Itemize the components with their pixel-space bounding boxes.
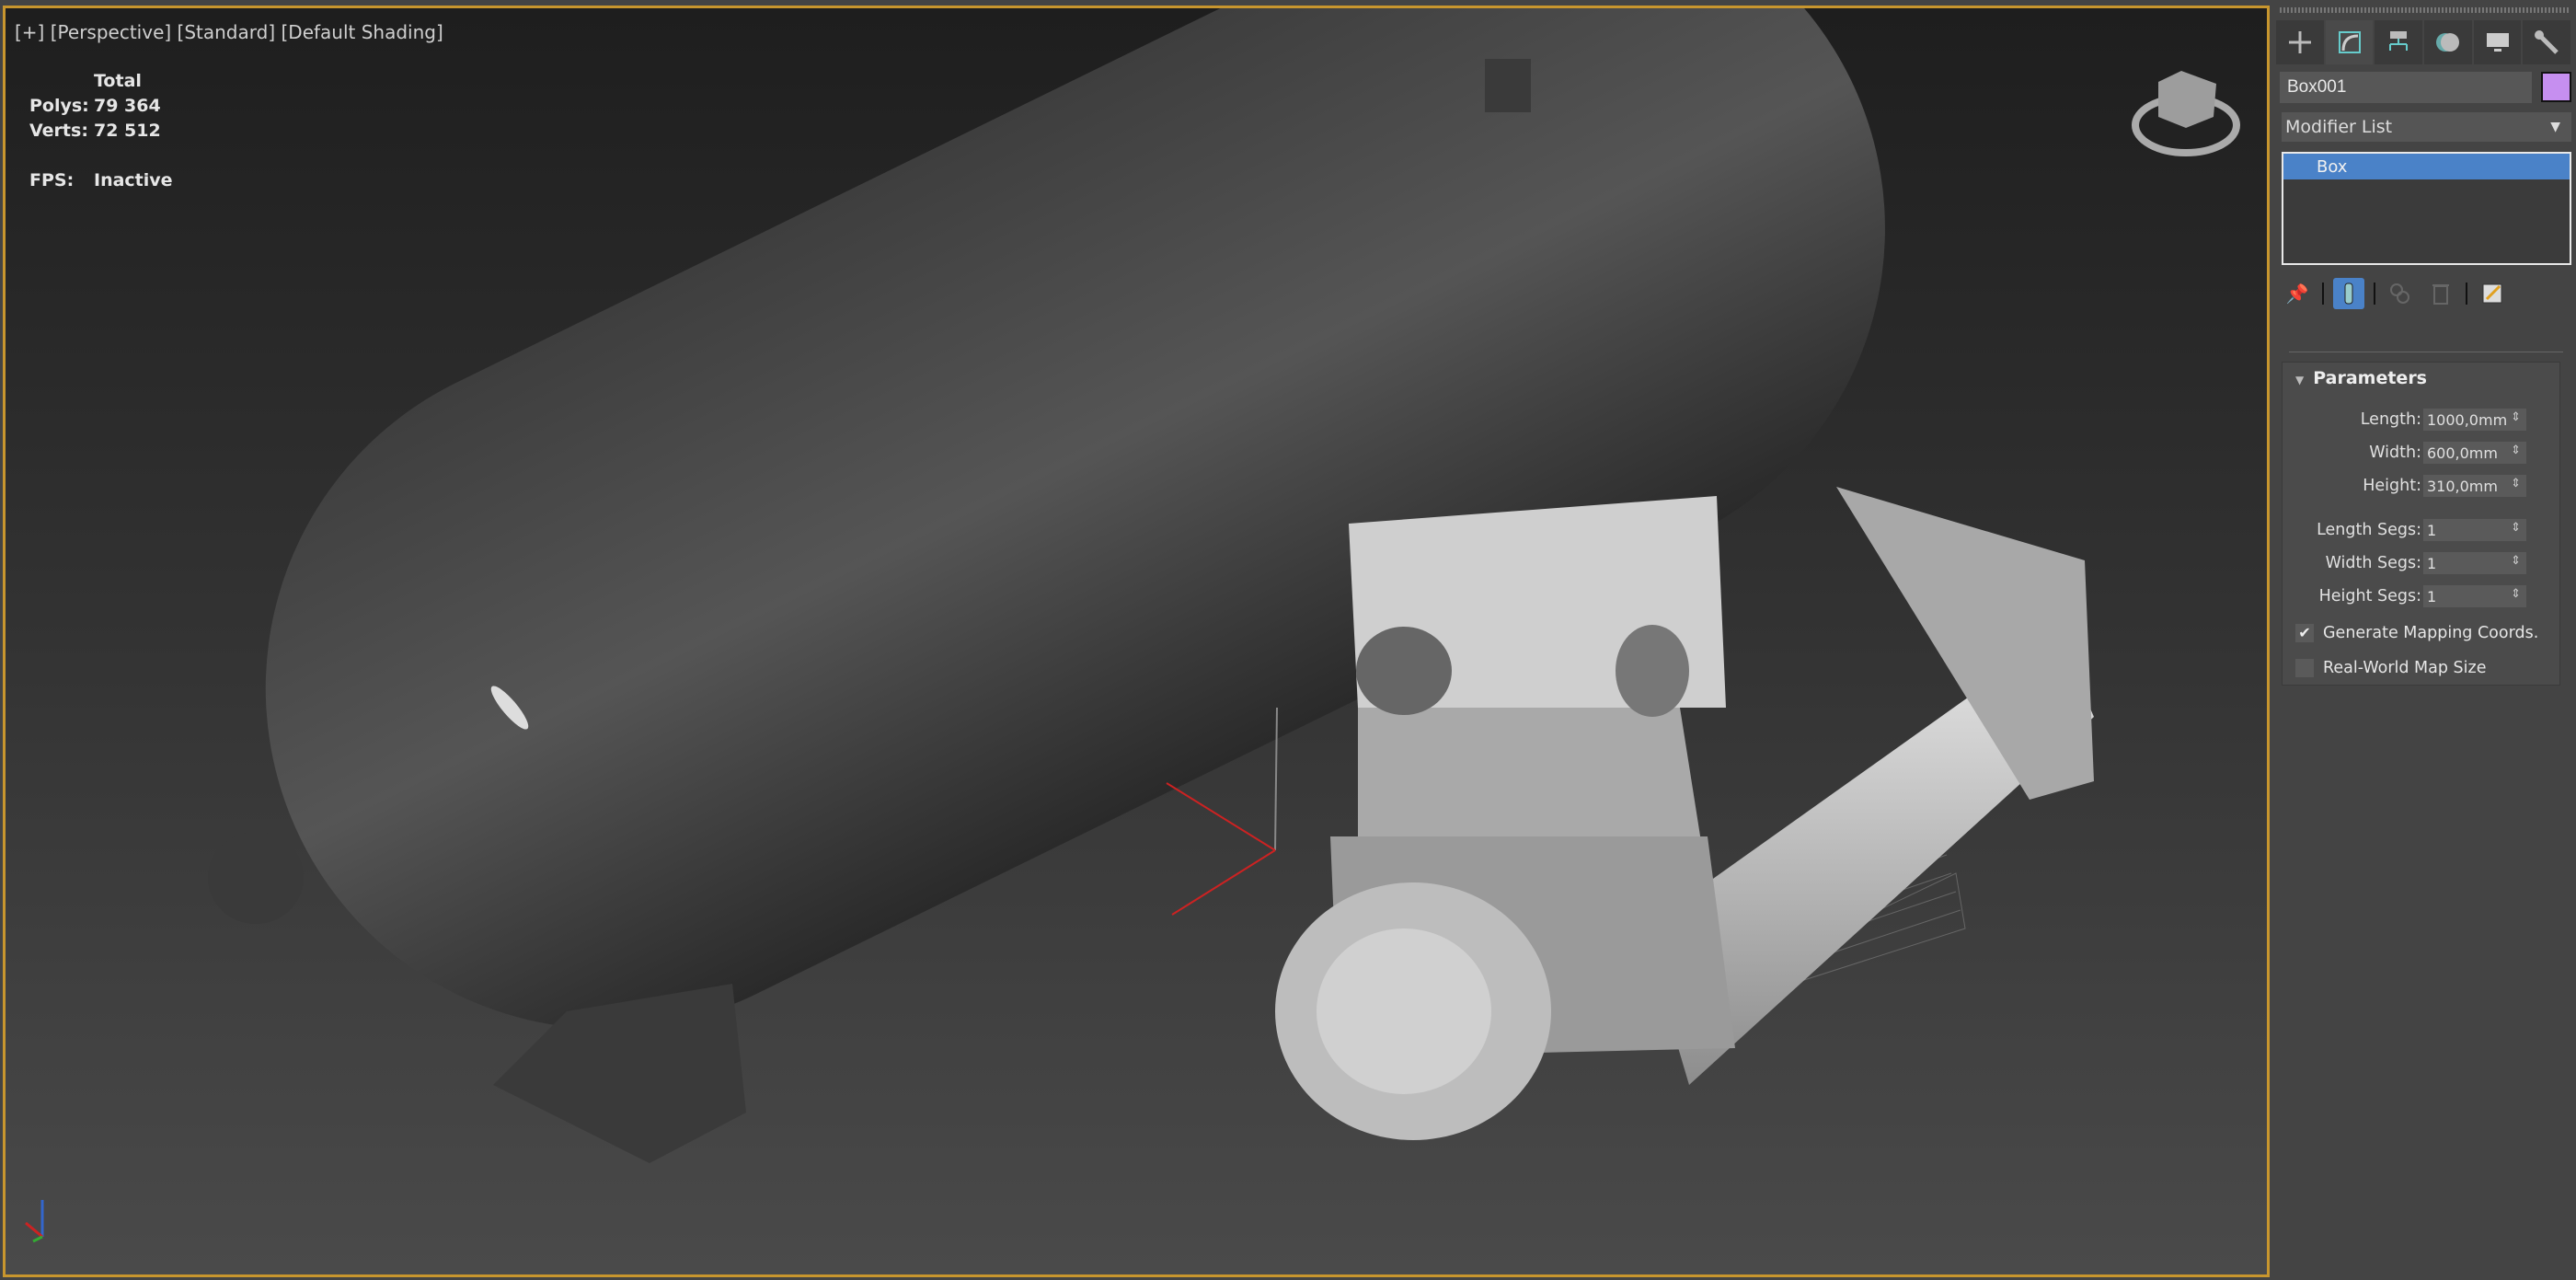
end-result-icon	[2344, 283, 2353, 305]
polys-label: Polys:	[29, 96, 89, 116]
width-row: Width: 600,0mm ⇕	[2283, 442, 2561, 466]
hierarchy-icon	[2389, 31, 2409, 51]
spinner-arrows-icon[interactable]: ⇕	[2511, 477, 2521, 490]
verts-label: Verts:	[29, 121, 88, 141]
height-segs-row: Height Segs: 1 ⇕	[2283, 585, 2561, 609]
viewport-general-menu[interactable]: [+]	[15, 21, 44, 43]
tab-motion[interactable]	[2424, 20, 2472, 64]
verts-value: 72 512	[94, 121, 161, 141]
viewcube[interactable]	[2132, 71, 2240, 156]
length-row: Length: 1000,0mm ⇕	[2283, 409, 2561, 432]
length-segs-row: Length Segs: 1 ⇕	[2283, 519, 2561, 543]
width-segs-value: 1	[2427, 555, 2437, 572]
configure-modifier-sets-button[interactable]	[2477, 278, 2508, 309]
length-spinner[interactable]: 1000,0mm ⇕	[2423, 409, 2526, 431]
chevron-down-icon: ▼	[2550, 120, 2560, 134]
width-spinner[interactable]: 600,0mm ⇕	[2423, 442, 2526, 464]
compressor	[1275, 487, 2094, 1140]
perspective-viewport[interactable]: [+] [Perspective] [Standard] [Default Sh…	[3, 6, 2270, 1277]
fps-value: Inactive	[94, 170, 173, 190]
object-name-input[interactable]	[2280, 72, 2532, 103]
world-axis-icon	[25, 1200, 44, 1243]
toolbar-separator	[2374, 283, 2375, 305]
parameters-rollout-header[interactable]: ▼ Parameters	[2295, 368, 2427, 388]
unchecked-box-icon	[2295, 659, 2314, 677]
width-label: Width:	[2369, 444, 2421, 462]
spinner-arrows-icon[interactable]: ⇕	[2511, 521, 2521, 535]
remove-modifier-button[interactable]	[2425, 278, 2456, 309]
create-icon	[2288, 31, 2311, 53]
length-value: 1000,0mm	[2427, 411, 2508, 429]
modifier-list-dropdown[interactable]: Modifier List ▼	[2282, 112, 2571, 142]
width-segs-label: Width Segs:	[2325, 554, 2421, 572]
viewport-label-menu[interactable]: [+] [Perspective] [Standard] [Default Sh…	[15, 21, 443, 43]
spinner-arrows-icon[interactable]: ⇕	[2511, 410, 2521, 424]
height-spinner[interactable]: 310,0mm ⇕	[2423, 475, 2526, 497]
collapse-triangle-icon: ▼	[2295, 374, 2305, 386]
modifier-stack[interactable]: Box	[2282, 152, 2571, 265]
real-world-map-size-checkbox[interactable]: Real-World Map Size	[2295, 659, 2562, 681]
tab-utilities[interactable]	[2523, 20, 2571, 64]
width-value: 600,0mm	[2427, 444, 2498, 462]
command-panel: Modifier List ▼ Box 📌 ▼ Parameters Length…	[2272, 0, 2576, 1280]
spinner-arrows-icon[interactable]: ⇕	[2511, 444, 2521, 457]
pin-stack-button[interactable]: 📌	[2282, 278, 2313, 309]
panel-grip[interactable]	[2280, 7, 2569, 13]
modifier-list-label: Modifier List	[2285, 117, 2393, 137]
generate-mapping-coords-label: Generate Mapping Coords.	[2323, 624, 2539, 642]
modify-icon	[2338, 31, 2361, 53]
tab-modify[interactable]	[2325, 20, 2374, 64]
length-segs-spinner[interactable]: 1 ⇕	[2423, 519, 2526, 541]
checkmark-icon: ✔	[2295, 624, 2314, 642]
make-unique-icon	[2390, 283, 2409, 304]
object-color-swatch[interactable]	[2541, 72, 2571, 102]
tab-display[interactable]	[2473, 20, 2522, 64]
display-icon	[2486, 33, 2509, 52]
trash-icon	[2432, 284, 2449, 305]
toolbar-separator	[2466, 283, 2467, 305]
height-segs-label: Height Segs:	[2318, 587, 2421, 605]
wrench-icon	[2535, 30, 2559, 54]
parameters-title: Parameters	[2313, 368, 2427, 388]
polys-value: 79 364	[94, 96, 161, 116]
viewport-point-of-view-menu[interactable]: [Perspective]	[51, 21, 171, 43]
stack-item-box[interactable]: Box	[2283, 154, 2570, 179]
pin-icon: 📌	[2285, 283, 2309, 305]
width-segs-spinner[interactable]: 1 ⇕	[2423, 552, 2526, 574]
spinner-arrows-icon[interactable]: ⇕	[2511, 554, 2521, 568]
toolbar-separator	[2322, 283, 2324, 305]
real-world-map-size-label: Real-World Map Size	[2323, 659, 2487, 677]
generate-mapping-coords-checkbox[interactable]: ✔ Generate Mapping Coords.	[2295, 624, 2562, 646]
tab-create[interactable]	[2276, 20, 2324, 64]
height-segs-value: 1	[2427, 588, 2437, 605]
width-segs-row: Width Segs: 1 ⇕	[2283, 552, 2561, 576]
configure-sets-icon	[2482, 283, 2502, 304]
show-end-result-button[interactable]	[2333, 278, 2364, 309]
height-label: Height:	[2363, 477, 2421, 495]
motion-icon	[2435, 33, 2459, 52]
tab-hierarchy[interactable]	[2375, 20, 2423, 64]
length-segs-label: Length Segs:	[2317, 521, 2421, 539]
height-segs-spinner[interactable]: 1 ⇕	[2423, 585, 2526, 607]
viewport-render-menu[interactable]: [Standard]	[178, 21, 276, 43]
make-unique-button[interactable]	[2385, 278, 2416, 309]
scene-render	[25, 8, 2240, 1243]
spinner-arrows-icon[interactable]: ⇕	[2511, 587, 2521, 601]
command-panel-tabs	[2276, 20, 2572, 64]
stack-toolbar: 📌	[2282, 274, 2567, 313]
fps-label: FPS:	[29, 170, 75, 190]
length-segs-value: 1	[2427, 522, 2437, 539]
viewport-shading-menu[interactable]: [Default Shading]	[281, 21, 443, 43]
height-row: Height: 310,0mm ⇕	[2283, 475, 2561, 499]
scene-statistics: Total Polys: 79 364 Verts: 72 512 FPS: Inac…	[29, 69, 173, 193]
stats-header: Total	[94, 71, 142, 91]
height-value: 310,0mm	[2427, 478, 2498, 495]
parameters-rollout: ▼ Parameters Length: 1000,0mm ⇕ Width: 600,0…	[2282, 362, 2560, 686]
length-label: Length:	[2360, 410, 2421, 429]
